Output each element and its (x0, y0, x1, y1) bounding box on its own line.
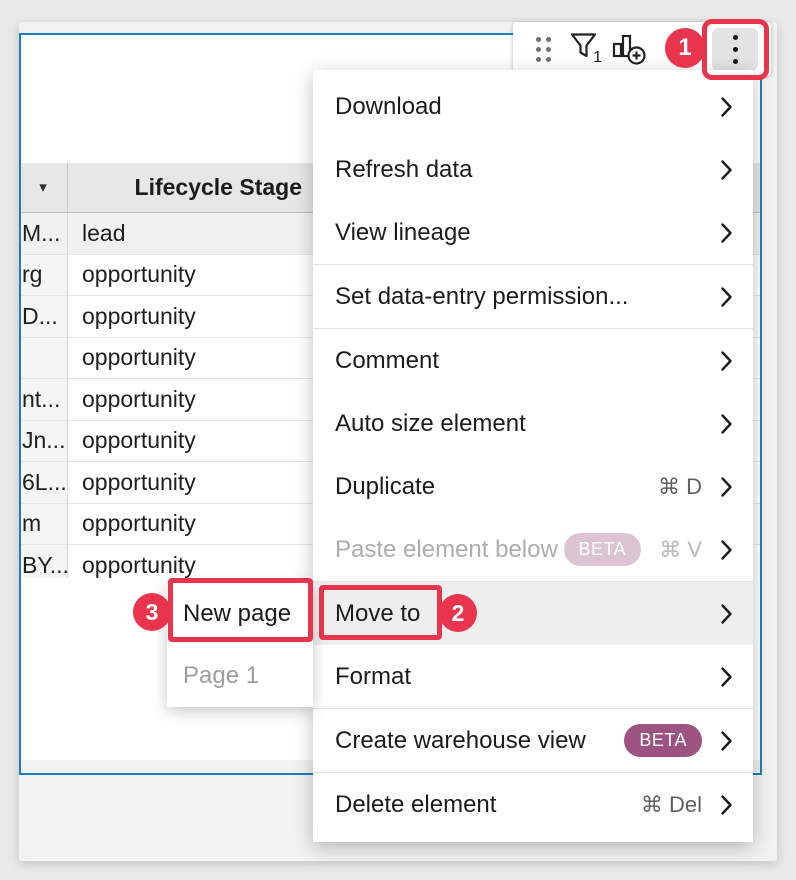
menu-item-paste-element-below: Paste element below BETA ⌘ V (313, 518, 753, 581)
beta-badge (672, 216, 702, 249)
filter-count-label: 1 (593, 50, 602, 66)
row-header-cell[interactable]: D... (19, 296, 68, 338)
menu-item-label: Auto size element (335, 410, 526, 438)
menu-item-label: Refresh data (335, 156, 472, 184)
row-header-cell[interactable]: BY... (19, 545, 68, 578)
submenu-chevron-icon (720, 476, 733, 498)
more-options-button[interactable] (712, 28, 758, 71)
kebab-icon (733, 35, 738, 40)
column-menu-caret-icon[interactable]: ▾ (39, 180, 47, 195)
beta-badge (672, 153, 702, 186)
keyboard-shortcut: ⌘ D (658, 474, 702, 500)
row-header-cell[interactable]: M... (19, 213, 68, 255)
menu-item-create-warehouse-view[interactable]: Create warehouse view BETA (313, 709, 753, 772)
keyboard-shortcut: ⌘ Del (641, 792, 702, 818)
beta-badge (672, 344, 702, 377)
submenu-chevron-icon (720, 539, 733, 561)
row-header-cell[interactable]: 6L... (19, 462, 68, 504)
beta-badge (672, 660, 702, 693)
move-to-submenu: New page Page 1 (167, 583, 313, 707)
row-header-cell[interactable]: nt... (19, 379, 68, 421)
menu-item-label: Create warehouse view (335, 727, 586, 755)
column-header-lifecycle-stage[interactable]: Lifecycle Stage (68, 163, 308, 212)
filter-button[interactable]: 1 (570, 32, 602, 66)
submenu-chevron-icon (720, 286, 733, 308)
add-child-element-button[interactable] (612, 32, 648, 66)
drag-handle[interactable] (536, 37, 551, 62)
menu-item-label: Delete element (335, 791, 496, 819)
menu-item-auto-size-element[interactable]: Auto size element (313, 392, 753, 455)
menu-item-label: View lineage (335, 219, 471, 247)
menu-item-view-lineage[interactable]: View lineage (313, 201, 753, 264)
submenu-chevron-icon (720, 730, 733, 752)
beta-badge: BETA (624, 724, 702, 757)
submenu-chevron-icon (720, 350, 733, 372)
beta-badge (610, 470, 640, 503)
row-header-cell[interactable]: m (19, 504, 68, 546)
beta-badge (593, 788, 623, 821)
row-header-column-header[interactable]: ▾ (19, 163, 68, 212)
submenu-chevron-icon (720, 603, 733, 625)
submenu-item-label: New page (183, 600, 291, 628)
menu-item-label: Format (335, 663, 411, 691)
submenu-chevron-icon (720, 222, 733, 244)
menu-item-download[interactable]: Download (313, 75, 753, 138)
menu-item-format[interactable]: Format (313, 645, 753, 708)
submenu-item-page-1[interactable]: Page 1 (167, 645, 313, 707)
submenu-chevron-icon (720, 96, 733, 118)
menu-item-set-data-entry-permission[interactable]: Set data-entry permission... (313, 265, 753, 328)
element-toolbar: 1 (513, 22, 771, 76)
beta-badge (672, 407, 702, 440)
keyboard-shortcut: ⌘ V (659, 537, 702, 563)
submenu-chevron-icon (720, 794, 733, 816)
menu-item-label: Duplicate (335, 473, 435, 501)
menu-item-label: Paste element below (335, 536, 558, 564)
submenu-item-new-page[interactable]: New page (167, 583, 313, 645)
chart-plus-icon (612, 32, 648, 66)
menu-item-delete-element[interactable]: Delete element ⌘ Del (313, 773, 753, 836)
row-header-cell[interactable] (19, 338, 68, 380)
submenu-item-label: Page 1 (183, 662, 259, 690)
beta-badge (672, 90, 702, 123)
menu-item-label: Move to (335, 600, 420, 628)
menu-item-duplicate[interactable]: Duplicate ⌘ D (313, 455, 753, 518)
menu-item-label: Set data-entry permission... (335, 283, 628, 311)
row-header-cell[interactable]: Jn... (19, 421, 68, 463)
menu-item-label: Download (335, 93, 442, 121)
row-header-cell[interactable]: rg (19, 255, 68, 297)
beta-badge (672, 597, 702, 630)
beta-badge (672, 280, 702, 313)
menu-item-move-to[interactable]: Move to (313, 582, 753, 645)
element-context-menu: Download Refresh data View lineage (313, 70, 753, 842)
submenu-chevron-icon (720, 159, 733, 181)
menu-item-refresh-data[interactable]: Refresh data (313, 138, 753, 201)
menu-item-label: Comment (335, 347, 439, 375)
beta-badge: BETA (564, 533, 642, 566)
submenu-chevron-icon (720, 413, 733, 435)
submenu-chevron-icon (720, 666, 733, 688)
menu-item-comment[interactable]: Comment (313, 329, 753, 392)
